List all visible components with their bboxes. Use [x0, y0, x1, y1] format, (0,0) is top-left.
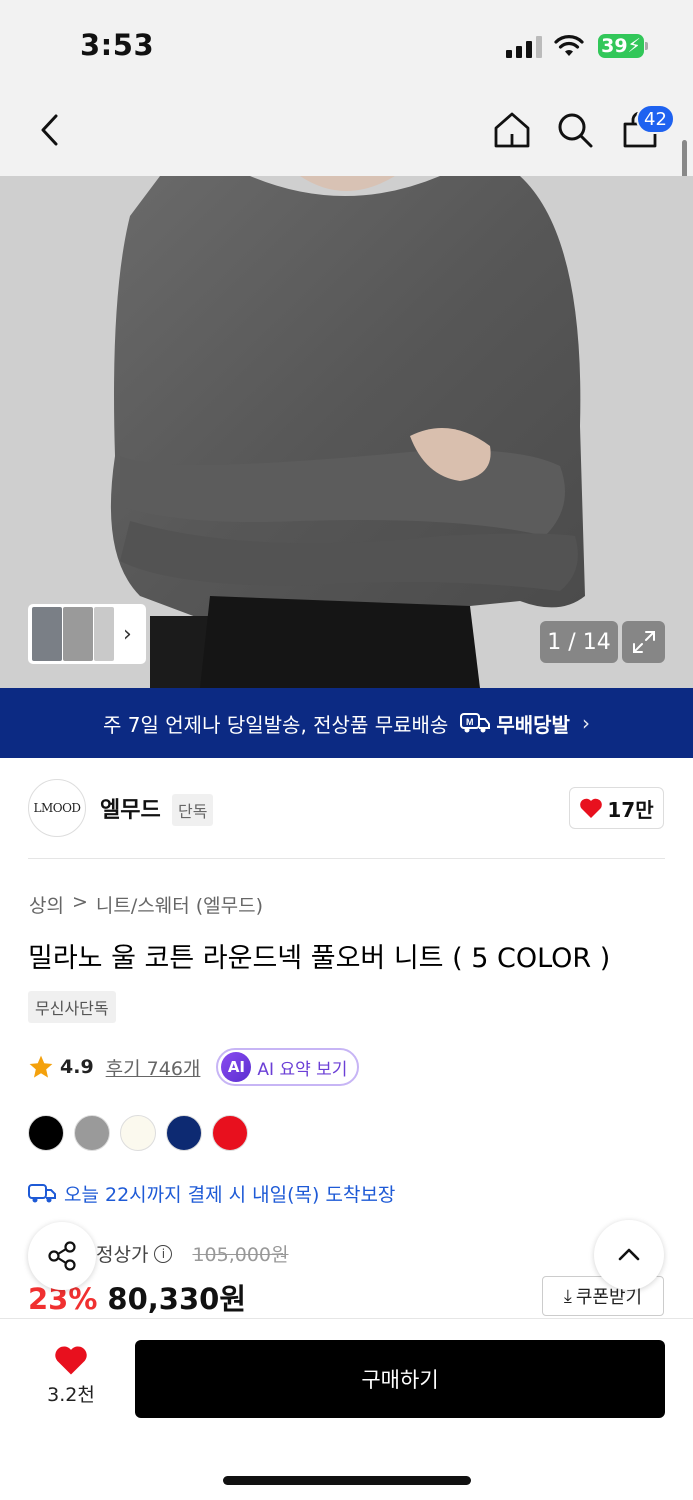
battery-level: 39 — [601, 35, 628, 57]
original-price: 105,000원 — [192, 1244, 289, 1266]
shipping-banner[interactable]: 주 7일 언제나 당일발송, 전상품 무료배송 M 무배당발 › — [0, 688, 693, 758]
banner-text: 주 7일 언제나 당일발송, 전상품 무료배송 — [103, 712, 449, 737]
heart-icon — [580, 798, 603, 818]
home-indicator[interactable] — [223, 1476, 471, 1485]
color-swatch-ivory[interactable] — [120, 1115, 156, 1151]
nav-bar — [0, 88, 693, 176]
divider — [28, 858, 665, 859]
thumbnail[interactable] — [32, 607, 62, 661]
brand-logo[interactable]: LMOOD — [28, 779, 86, 837]
delivery-truck-icon — [28, 1183, 56, 1202]
share-icon — [48, 1241, 76, 1271]
heart-icon — [55, 1346, 87, 1375]
home-icon[interactable] — [490, 108, 534, 152]
color-swatch-navy[interactable] — [166, 1115, 202, 1151]
battery-tip — [645, 42, 648, 50]
brand-exclusive-tag: 단독 — [172, 794, 214, 826]
status-time: 3:53 — [80, 28, 155, 62]
color-swatch-gray[interactable] — [74, 1115, 110, 1151]
color-swatch-black[interactable] — [28, 1115, 64, 1151]
product-title: 밀라노 울 코튼 라운드넥 풀오버 니트 ( 5 COLOR ) — [28, 943, 611, 974]
buy-button[interactable]: 구매하기 — [135, 1340, 665, 1418]
scroll-to-top-button[interactable] — [594, 1220, 664, 1290]
rating-row: 4.9 후기 746개 AI AI 요약 보기 — [28, 1048, 360, 1086]
delivery-text: 오늘 22시까지 결제 시 내일(목) 도착보장 — [64, 1184, 396, 1206]
brand-like-button[interactable]: 17만 — [569, 787, 664, 829]
banner-brand-label: 무배당발 — [496, 712, 570, 737]
thumbnail[interactable] — [63, 607, 93, 661]
breadcrumb: 상의 > 니트/스웨터 (엘무드) — [29, 891, 263, 918]
ai-summary-button[interactable]: AI AI 요약 보기 — [216, 1048, 360, 1086]
rating-value: 4.9 — [60, 1056, 94, 1078]
expand-icon — [632, 631, 655, 653]
battery-icon: 39 ⚡ — [598, 34, 644, 58]
breadcrumb-category[interactable]: 상의 — [29, 891, 64, 918]
wishlist-button[interactable]: 3.2천 — [38, 1344, 104, 1407]
price-label: 정상가 — [96, 1244, 149, 1266]
exclusive-tag: 무신사단독 — [28, 991, 116, 1023]
wishlist-count: 3.2천 — [47, 1384, 95, 1406]
download-icon: ⤓ — [563, 1285, 572, 1306]
brand-like-count: 17만 — [607, 797, 654, 822]
image-page-indicator: 1 / 14 — [540, 621, 618, 663]
breadcrumb-subcategory[interactable]: 니트/스웨터 (엘무드) — [96, 891, 263, 918]
thumbnail[interactable] — [94, 607, 114, 661]
status-bar: 3:53 39 ⚡ — [0, 0, 693, 88]
info-icon[interactable]: i — [154, 1244, 173, 1263]
delivery-guarantee: 오늘 22시까지 결제 시 내일(목) 도착보장 — [28, 1180, 395, 1207]
chevron-right-icon: › — [581, 711, 590, 735]
ai-summary-label: AI 요약 보기 — [257, 1059, 348, 1080]
sale-price: 80,330원 — [107, 1282, 247, 1316]
star-icon — [29, 1055, 53, 1078]
color-swatches — [28, 1115, 248, 1151]
banner-brand: M 무배당발 — [460, 709, 570, 738]
signal-icon — [506, 36, 542, 58]
expand-image-button[interactable] — [622, 621, 665, 663]
wifi-icon — [554, 35, 584, 56]
ai-badge-icon: AI — [221, 1052, 252, 1082]
back-icon[interactable] — [28, 108, 72, 152]
review-link[interactable]: 후기 746개 — [106, 1054, 201, 1081]
thumbnail-strip[interactable]: › — [28, 604, 146, 664]
chevron-right-icon: > — [71, 891, 88, 913]
cart-count-badge: 42 — [636, 104, 675, 134]
chevron-up-icon — [618, 1248, 640, 1261]
chevron-right-icon[interactable]: › — [123, 622, 132, 647]
share-button[interactable] — [28, 1222, 96, 1290]
svg-text:M: M — [466, 717, 474, 727]
price-label-row: 정상가 i 105,000원 — [96, 1240, 289, 1267]
search-icon[interactable] — [553, 108, 597, 152]
brand-name[interactable]: 엘무드 — [100, 792, 161, 824]
delivery-truck-icon: M — [460, 713, 491, 733]
color-swatch-red[interactable] — [212, 1115, 248, 1151]
